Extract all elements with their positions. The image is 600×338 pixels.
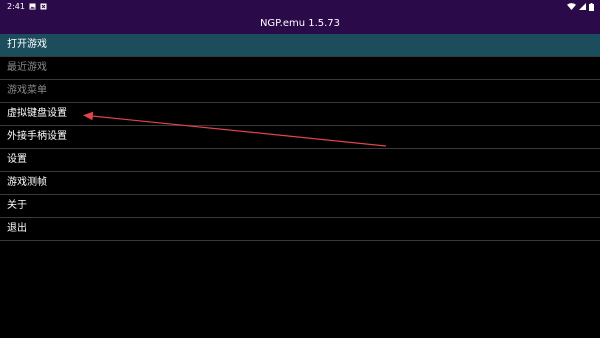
menu-item-label: 打开游戏 (7, 39, 47, 50)
menu-item-virtual-keyboard-settings[interactable]: 虚拟键盘设置 (0, 103, 600, 126)
menu-item-settings[interactable]: 设置 (0, 149, 600, 172)
menu-item-exit[interactable]: 退出 (0, 218, 600, 241)
menu-item-label: 设置 (7, 154, 27, 165)
menu-item-game-menu: 游戏菜单 (0, 80, 600, 103)
menu-item-frame-test[interactable]: 游戏测帧 (0, 172, 600, 195)
menu-item-open-game[interactable]: 打开游戏 (0, 34, 600, 57)
menu-item-label: 退出 (7, 223, 27, 234)
menu-item-about[interactable]: 关于 (0, 195, 600, 218)
close-box-icon (40, 3, 47, 10)
menu-item-label: 游戏菜单 (7, 85, 47, 96)
app-screen: 2:41 NGP.emu 1.5.73 打开游戏 最近游戏 游戏菜单 虚拟键盘设… (0, 0, 600, 338)
menu-item-label: 游戏测帧 (7, 177, 47, 188)
signal-icon (579, 3, 586, 10)
menu-item-label: 关于 (7, 200, 27, 211)
menu-item-label: 虚拟键盘设置 (7, 108, 67, 119)
status-bar: 2:41 (0, 0, 600, 13)
menu-item-recent-games: 最近游戏 (0, 57, 600, 80)
battery-icon (589, 2, 594, 11)
status-bar-left: 2:41 (7, 0, 47, 13)
menu-item-gamepad-settings[interactable]: 外接手柄设置 (0, 126, 600, 149)
status-time: 2:41 (7, 2, 25, 11)
main-menu: 打开游戏 最近游戏 游戏菜单 虚拟键盘设置 外接手柄设置 设置 游戏测帧 关于 … (0, 34, 600, 241)
status-bar-right (567, 0, 594, 13)
menu-item-label: 最近游戏 (7, 62, 47, 73)
image-icon (29, 3, 36, 10)
wifi-icon (567, 3, 576, 10)
menu-item-label: 外接手柄设置 (7, 131, 67, 142)
app-title-bar: NGP.emu 1.5.73 (0, 13, 600, 34)
app-title: NGP.emu 1.5.73 (259, 18, 341, 29)
